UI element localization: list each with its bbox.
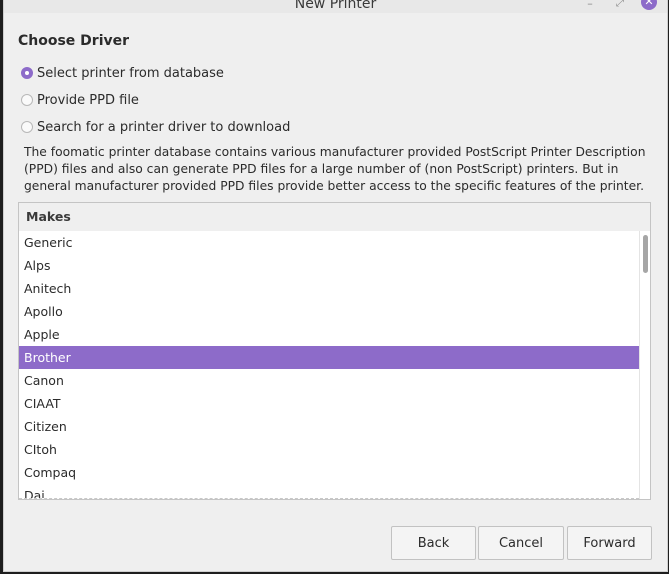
radio-label[interactable]: Provide PPD file (37, 93, 139, 108)
makes-list: Makes Generic Alps Anitech Apollo Apple … (18, 202, 651, 500)
list-item[interactable]: Dai (19, 484, 639, 498)
list-item[interactable]: Alps (19, 254, 639, 277)
title-bar: New Printer – ⤢ ✕ (4, 0, 667, 13)
list-item[interactable]: Anitech (19, 277, 639, 300)
list-item[interactable]: Apollo (19, 300, 639, 323)
radio-select-from-database[interactable]: Select printer from database (21, 64, 224, 82)
list-item[interactable]: Generic (19, 231, 639, 254)
driver-description: The foomatic printer database contains v… (24, 145, 646, 193)
makes-scrollbar[interactable] (639, 231, 650, 499)
list-item[interactable]: CIAAT (19, 392, 639, 415)
forward-button[interactable]: Forward (567, 526, 652, 560)
maximize-icon[interactable]: ⤢ (612, 0, 628, 12)
minimize-icon[interactable]: – (582, 0, 598, 12)
makes-list-body[interactable]: Generic Alps Anitech Apollo Apple Brothe… (19, 231, 639, 499)
radio-label[interactable]: Search for a printer driver to download (37, 120, 290, 135)
list-item[interactable]: CItoh (19, 438, 639, 461)
list-item-selected[interactable]: Brother (19, 346, 639, 369)
list-item[interactable]: Canon (19, 369, 639, 392)
radio-provide-ppd-file[interactable]: Provide PPD file (21, 91, 139, 109)
new-printer-window: New Printer – ⤢ ✕ Choose Driver Select p… (3, 0, 668, 572)
scrollbar-thumb[interactable] (643, 235, 648, 273)
cancel-button[interactable]: Cancel (478, 526, 564, 560)
list-item[interactable]: Apple (19, 323, 639, 346)
makes-column-header[interactable]: Makes (19, 203, 650, 232)
radio-checked-icon[interactable] (21, 67, 33, 79)
radio-unchecked-icon[interactable] (21, 121, 33, 133)
radio-label[interactable]: Select printer from database (37, 66, 224, 81)
window-title: New Printer (294, 0, 377, 12)
back-button[interactable]: Back (391, 526, 476, 560)
page-title: Choose Driver (18, 33, 130, 49)
radio-unchecked-icon[interactable] (21, 94, 33, 106)
radio-search-driver[interactable]: Search for a printer driver to download (21, 118, 290, 136)
list-item[interactable]: Citizen (19, 415, 639, 438)
list-item[interactable]: Compaq (19, 461, 639, 484)
makes-header-label: Makes (26, 209, 71, 224)
